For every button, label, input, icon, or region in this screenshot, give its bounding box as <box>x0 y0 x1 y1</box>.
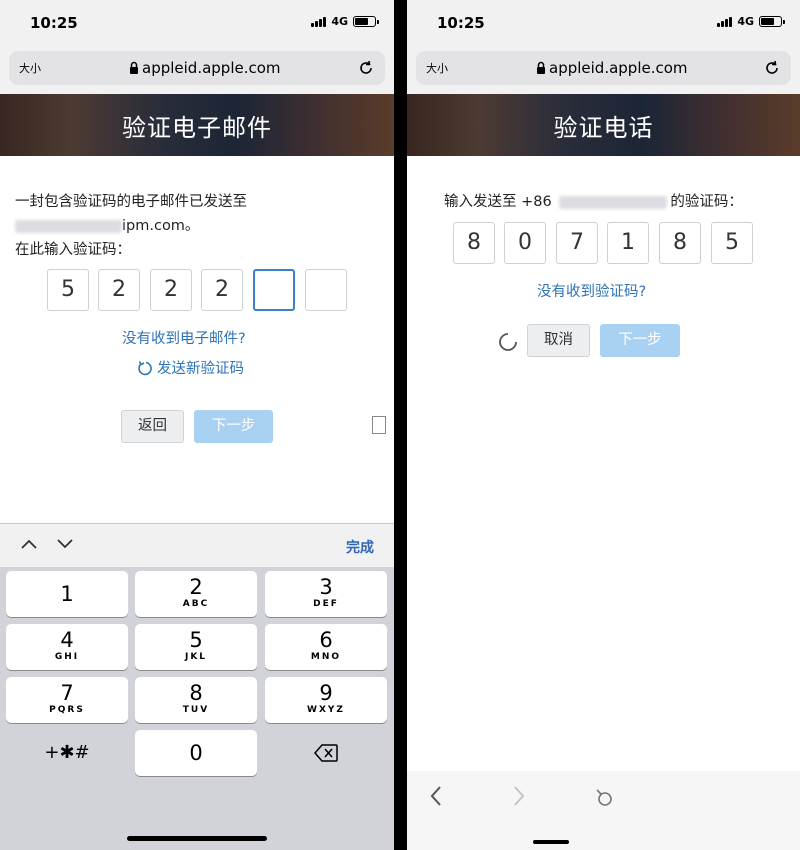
no-code-link[interactable]: 没有收到验证码? <box>537 280 646 301</box>
page-header-banner: 验证电子邮件 <box>0 94 394 156</box>
email-suffix: ipm.com。 <box>122 218 200 234</box>
message-suffix: 的验证码： <box>670 194 743 210</box>
next-button[interactable]: 下一步 <box>600 324 680 357</box>
code-digit-6[interactable]: 5 <box>711 222 753 264</box>
code-digit-5[interactable] <box>253 269 295 311</box>
key-5[interactable]: 5 JKL <box>135 624 257 670</box>
text-size-button[interactable]: 大小 <box>19 60 41 76</box>
share-icon[interactable] <box>593 787 615 809</box>
page-title: 验证电话 <box>553 114 654 142</box>
network-type: 4G <box>331 15 348 28</box>
code-digit-5[interactable]: 8 <box>659 222 701 264</box>
reload-icon[interactable] <box>763 59 781 77</box>
no-email-link[interactable]: 没有收到电子邮件? <box>122 327 246 348</box>
numeric-keyboard: 完成 1 2 ABC 3 DEF 4 GHI 5 JKL 6 MNO 7 PQRS 8 TUV… <box>0 523 394 850</box>
browser-toolbar: 大小 appleid.apple.com <box>0 46 394 94</box>
back-button[interactable]: 返回 <box>121 410 184 443</box>
next-button[interactable]: 下一步 <box>194 410 273 443</box>
code-digit-2[interactable]: 0 <box>504 222 546 264</box>
redacted-phone <box>559 195 668 209</box>
resend-code-label: 发送新验证码 <box>157 361 244 377</box>
network-type: 4G <box>737 15 754 28</box>
message-line-3: 在此输入验证码： <box>15 242 131 258</box>
address-bar[interactable]: 大小 appleid.apple.com <box>416 51 791 85</box>
battery-icon <box>759 16 785 27</box>
cancel-button[interactable]: 取消 <box>527 324 590 357</box>
url-text: appleid.apple.com <box>549 59 688 77</box>
battery-icon <box>353 16 379 27</box>
page-header-banner: 验证电话 <box>407 94 800 156</box>
code-digit-3[interactable]: 7 <box>556 222 598 264</box>
placeholder-glyph <box>372 416 386 434</box>
phone-verification-screen: 10:25 4G 大小 appleid.apple.com 验证电话 输入发送至… <box>407 0 800 850</box>
code-digit-6[interactable] <box>305 269 347 311</box>
key-6[interactable]: 6 MNO <box>265 624 387 670</box>
code-digit-3[interactable]: 2 <box>150 269 192 311</box>
browser-toolbar: 大小 appleid.apple.com <box>407 46 800 94</box>
key-3[interactable]: 3 DEF <box>265 571 387 617</box>
chevron-up-icon[interactable] <box>21 538 37 550</box>
keyboard-toolbar: 完成 <box>0 523 394 567</box>
key-0[interactable]: 0 <box>135 730 257 776</box>
redacted-email <box>15 219 122 233</box>
phone-message: 输入发送至 +86 的验证码： <box>444 190 743 211</box>
code-digit-1[interactable]: 5 <box>47 269 89 311</box>
home-indicator[interactable] <box>533 840 569 844</box>
signal-icon <box>717 16 733 27</box>
key-7[interactable]: 7 PQRS <box>6 677 128 723</box>
refresh-icon <box>138 360 152 375</box>
browser-bottom-bar <box>407 771 800 850</box>
backspace-icon <box>314 744 338 762</box>
resend-code-link[interactable]: 发送新验证码 <box>136 357 244 378</box>
page-title: 验证电子邮件 <box>122 114 272 142</box>
key-1[interactable]: 1 <box>6 571 128 617</box>
chevron-down-icon[interactable] <box>57 538 73 550</box>
message-line-1: 一封包含验证码的电子邮件已发送至 <box>15 194 247 210</box>
code-digit-4[interactable]: 1 <box>607 222 649 264</box>
status-time: 10:25 <box>30 14 78 32</box>
email-address: ipm.com。 <box>15 214 199 235</box>
key-2[interactable]: 2 ABC <box>135 571 257 617</box>
text-size-button[interactable]: 大小 <box>426 60 448 76</box>
email-verification-screen: 10:25 4G 大小 appleid.apple.com 验证电子邮件 一封包… <box>0 0 394 850</box>
status-time: 10:25 <box>437 14 485 32</box>
backspace-key[interactable] <box>265 730 387 776</box>
symbols-key[interactable]: +✱# <box>6 730 128 776</box>
home-indicator[interactable] <box>127 836 267 841</box>
signal-icon <box>311 16 327 27</box>
keyboard-done-button[interactable]: 完成 <box>346 537 374 557</box>
status-bar: 10:25 4G <box>407 0 800 46</box>
address-bar[interactable]: 大小 appleid.apple.com <box>9 51 385 85</box>
message-prefix: 输入发送至 +86 <box>444 194 552 210</box>
key-9[interactable]: 9 WXYZ <box>265 677 387 723</box>
code-digit-1[interactable]: 8 <box>453 222 495 264</box>
url-text: appleid.apple.com <box>142 59 281 77</box>
status-bar: 10:25 4G <box>0 0 394 46</box>
lock-icon <box>537 61 545 74</box>
code-digit-2[interactable]: 2 <box>98 269 140 311</box>
key-4[interactable]: 4 GHI <box>6 624 128 670</box>
reload-icon[interactable] <box>357 59 375 77</box>
back-arrow-icon[interactable] <box>429 785 443 807</box>
forward-arrow-icon[interactable] <box>512 785 526 807</box>
lock-icon <box>130 61 138 74</box>
key-8[interactable]: 8 TUV <box>135 677 257 723</box>
loading-spinner-icon <box>499 333 517 351</box>
code-digit-4[interactable]: 2 <box>201 269 243 311</box>
